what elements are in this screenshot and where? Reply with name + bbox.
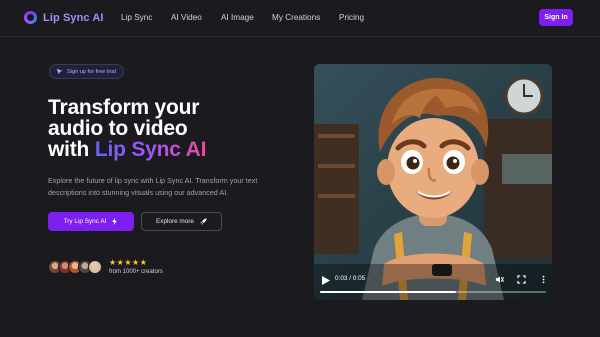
- free-trial-badge[interactable]: Sign up for free trial: [49, 64, 124, 79]
- try-lip-sync-label: Try Lip Sync AI: [63, 218, 107, 225]
- nav-link-pricing[interactable]: Pricing: [339, 13, 364, 22]
- navbar-divider: [0, 36, 600, 37]
- star-icon: ★: [139, 258, 147, 267]
- sign-in-button[interactable]: Sign In: [539, 9, 573, 26]
- hero-description: Explore the future of lip sync with Lip …: [48, 176, 258, 197]
- video-progress-fill: [320, 291, 456, 293]
- star-icon: ★: [116, 258, 124, 267]
- video-time: 0:03 / 0:05: [335, 275, 366, 282]
- nav-link-my-creations[interactable]: My Creations: [272, 13, 320, 22]
- explore-more-button[interactable]: Explore more: [141, 212, 222, 231]
- volume-icon[interactable]: [495, 275, 504, 284]
- play-icon[interactable]: [322, 276, 330, 285]
- hero-headline-line2: audio to video: [48, 117, 188, 140]
- avatar: [88, 260, 102, 274]
- nav-link-ai-image[interactable]: AI Image: [221, 13, 254, 22]
- lightning-icon: [112, 218, 118, 225]
- top-navbar: Lip Sync AI Lip Sync AI Video AI Image M…: [0, 0, 600, 36]
- hero-headline-line1: Transform your: [48, 96, 200, 119]
- hero-video[interactable]: [314, 64, 552, 300]
- video-controls: 0:03 / 0:05: [314, 270, 552, 300]
- nav-link-ai-video[interactable]: AI Video: [171, 13, 202, 22]
- fullscreen-icon[interactable]: [517, 275, 526, 284]
- video-frame-cartoon-boy: [314, 64, 552, 300]
- free-trial-badge-label: Sign up for free trial: [67, 68, 116, 75]
- rating-stars: ★ ★ ★ ★ ★: [109, 259, 147, 267]
- hero-headline-line3-prefix: with: [48, 138, 95, 161]
- video-progress-bar[interactable]: [320, 291, 546, 293]
- hero-headline: Transform your audio to video with Lip S…: [48, 97, 206, 160]
- nav-link-lip-sync[interactable]: Lip Sync: [121, 13, 152, 22]
- hero-headline-highlight: Lip Sync AI: [94, 138, 207, 161]
- star-icon: ★: [132, 258, 140, 267]
- social-proof-text: from 1000+ creators: [109, 269, 163, 275]
- creator-avatars: [48, 260, 108, 274]
- rocket-icon: [200, 218, 207, 225]
- star-icon: ★: [124, 258, 132, 267]
- nav-links: Lip Sync AI Video AI Image My Creations …: [0, 13, 600, 25]
- more-vertical-icon[interactable]: [539, 275, 548, 284]
- cursor-arrow-icon: [56, 68, 63, 75]
- explore-more-label: Explore more: [155, 218, 194, 225]
- try-lip-sync-button[interactable]: Try Lip Sync AI: [48, 212, 134, 231]
- star-icon: ★: [109, 258, 117, 267]
